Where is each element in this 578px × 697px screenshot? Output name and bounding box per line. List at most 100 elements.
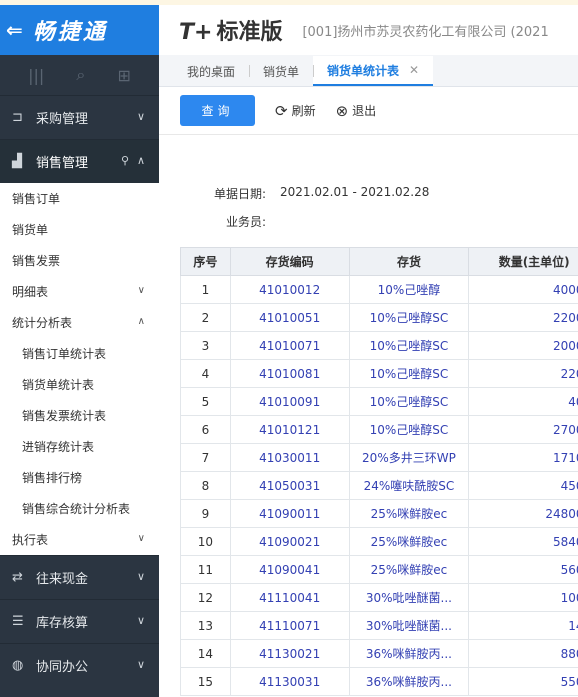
query-button[interactable]: 查询 — [180, 95, 255, 126]
item-name-cell[interactable]: 10%己唑醇SC — [348, 303, 470, 332]
table-row[interactable]: 124111004130%吡唑醚菌...1000. — [180, 583, 578, 612]
quantity-cell[interactable]: 40000. — [468, 275, 578, 304]
item-name-cell[interactable]: 10%己唑醇SC — [348, 387, 470, 416]
item-name-cell[interactable]: 25%咪鲜胺ec — [348, 555, 470, 584]
row-seq-cell: 5 — [180, 387, 231, 416]
item-code-cell[interactable]: 41110041 — [229, 583, 350, 612]
item-code-cell[interactable]: 41110071 — [229, 611, 350, 640]
item-name-cell[interactable]: 20%多井三环WP — [348, 443, 470, 472]
item-name-cell[interactable]: 24%噻呋酰胺SC — [348, 471, 470, 500]
table-row[interactable]: 144113002136%咪鲜胺丙...8800. — [180, 639, 578, 668]
tab-desktop[interactable]: 我的桌面 — [173, 56, 249, 86]
item-code-cell[interactable]: 41010081 — [229, 359, 350, 388]
column-header[interactable]: 存货 — [348, 247, 470, 276]
item-code-cell[interactable]: 41130021 — [229, 639, 350, 668]
menu-item-order-stats[interactable]: 销售订单统计表 — [0, 338, 159, 369]
item-code-cell[interactable]: 41010091 — [229, 387, 350, 416]
quantity-cell[interactable]: 8800. — [468, 639, 578, 668]
item-code-cell[interactable]: 41130031 — [229, 667, 350, 696]
sidebar-section-collab[interactable]: ◍ 协同办公 ∨ — [0, 643, 159, 687]
link-icon[interactable]: ⚲ — [121, 154, 129, 167]
table-row[interactable]: 64101012110%己唑醇SC27000. — [180, 415, 578, 444]
menu-item-label: 销售排行榜 — [22, 471, 83, 485]
quantity-cell[interactable]: 58400. — [468, 527, 578, 556]
sidebar-section-inventory[interactable]: ☰ 库存核算 ∨ — [0, 599, 159, 643]
item-name-cell[interactable]: 30%吡唑醚菌... — [348, 611, 470, 640]
menu-item-execution[interactable]: 执行表 ∨ — [0, 524, 159, 555]
tab-delivery-stats[interactable]: 销货单统计表 ✕ — [313, 56, 434, 86]
item-code-cell[interactable]: 41010012 — [229, 275, 350, 304]
item-code-cell[interactable]: 41010071 — [229, 331, 350, 360]
menu-item-inventory-stats[interactable]: 进销存统计表 — [0, 431, 159, 462]
quantity-cell[interactable]: 400. — [468, 387, 578, 416]
item-name-cell[interactable]: 10%己唑醇SC — [348, 331, 470, 360]
sidebar-section-cash[interactable]: ⇄ 往来现金 ∨ — [0, 555, 159, 599]
quantity-cell[interactable]: 17100. — [468, 443, 578, 472]
table-row[interactable]: 134111007130%吡唑醚菌...140. — [180, 611, 578, 640]
column-header[interactable]: 存货编码 — [229, 247, 350, 276]
table-row[interactable]: 54101009110%己唑醇SC400. — [180, 387, 578, 416]
quantity-cell[interactable]: 22000. — [468, 303, 578, 332]
menu-item-invoice-stats[interactable]: 销售发票统计表 — [0, 400, 159, 431]
item-name-cell[interactable]: 10%己唑醇 — [348, 275, 470, 304]
menu-item-statistics[interactable]: 统计分析表 ∧ — [0, 307, 159, 338]
table-row[interactable]: 94109001125%咪鲜胺ec248000. — [180, 499, 578, 528]
table-row[interactable]: 104109002125%咪鲜胺ec58400. — [180, 527, 578, 556]
quantity-cell[interactable]: 1000. — [468, 583, 578, 612]
table-row[interactable]: 84105003124%噻呋酰胺SC4500. — [180, 471, 578, 500]
sidebar-section-purchase[interactable]: ⊐ 采购管理 ∨ — [0, 95, 159, 139]
item-name-cell[interactable]: 25%咪鲜胺ec — [348, 499, 470, 528]
quantity-cell[interactable]: 5600. — [468, 555, 578, 584]
quantity-cell[interactable]: 20000. — [468, 331, 578, 360]
item-code-cell[interactable]: 41010051 — [229, 303, 350, 332]
menu-item-delivery-stats[interactable]: 销货单统计表 — [0, 369, 159, 400]
menu-bars-icon[interactable]: ||| — [28, 66, 44, 85]
table-row[interactable]: 114109004125%咪鲜胺ec5600. — [180, 555, 578, 584]
search-doc-icon[interactable]: ⌕ — [76, 65, 85, 85]
quantity-cell[interactable]: 2200. — [468, 359, 578, 388]
item-code-cell[interactable]: 41090011 — [229, 499, 350, 528]
item-name-cell[interactable]: 30%吡唑醚菌... — [348, 583, 470, 612]
table-row[interactable]: 154113003136%咪鲜胺丙...5500. — [180, 667, 578, 696]
row-seq-cell: 2 — [180, 303, 231, 332]
back-arrow-icon[interactable]: ⇐ — [6, 18, 23, 42]
quantity-cell[interactable]: 4500. — [468, 471, 578, 500]
column-header[interactable]: 序号 — [180, 247, 231, 276]
item-code-cell[interactable]: 41090021 — [229, 527, 350, 556]
table-row[interactable]: 34101007110%己唑醇SC20000. — [180, 331, 578, 360]
quantity-cell[interactable]: 248000. — [468, 499, 578, 528]
item-name-cell[interactable]: 36%咪鲜胺丙... — [348, 639, 470, 668]
table-row[interactable]: 74103001120%多井三环WP17100. — [180, 443, 578, 472]
table-header-row: 序号 存货编码 存货 数量(主单位) — [180, 247, 578, 276]
item-code-cell[interactable]: 41050031 — [229, 471, 350, 500]
sales-menu: 销售订单 销货单 销售发票 明细表 ∨ 统计分析表 ∧ 销售订单统计表 销货单统计表… — [0, 183, 159, 555]
menu-item-sales-invoice[interactable]: 销售发票 — [0, 245, 159, 276]
item-code-cell[interactable]: 41010121 — [229, 415, 350, 444]
tab-delivery-note[interactable]: 销货单 — [249, 56, 313, 86]
quantity-cell[interactable]: 140. — [468, 611, 578, 640]
menu-item-comprehensive-stats[interactable]: 销售综合统计分析表 — [0, 493, 159, 524]
menu-item-sales-order[interactable]: 销售订单 — [0, 183, 159, 214]
item-code-cell[interactable]: 41090041 — [229, 555, 350, 584]
item-name-cell[interactable]: 36%咪鲜胺丙... — [348, 667, 470, 696]
quantity-cell[interactable]: 27000. — [468, 415, 578, 444]
menu-item-detail-report[interactable]: 明细表 ∨ — [0, 276, 159, 307]
refresh-button[interactable]: ⟳ 刷新 — [275, 102, 316, 120]
row-seq-cell: 6 — [180, 415, 231, 444]
menu-item-sales-ranking[interactable]: 销售排行榜 — [0, 462, 159, 493]
menu-item-delivery-note[interactable]: 销货单 — [0, 214, 159, 245]
item-name-cell[interactable]: 25%咪鲜胺ec — [348, 527, 470, 556]
quantity-cell[interactable]: 5500. — [468, 667, 578, 696]
logo[interactable]: ⇐ 畅捷通 — [0, 5, 159, 55]
table-row[interactable]: 14101001210%己唑醇40000. — [180, 275, 578, 304]
sidebar-section-sales[interactable]: ▟ 销售管理 ⚲ ∧ — [0, 139, 159, 183]
new-doc-icon[interactable]: ⊞ — [117, 66, 130, 85]
table-row[interactable]: 44101008110%己唑醇SC2200. — [180, 359, 578, 388]
item-code-cell[interactable]: 41030011 — [229, 443, 350, 472]
close-icon[interactable]: ✕ — [409, 63, 419, 77]
exit-button[interactable]: ⊗ 退出 — [336, 102, 377, 120]
item-name-cell[interactable]: 10%己唑醇SC — [348, 359, 470, 388]
column-header[interactable]: 数量(主单位) — [468, 247, 578, 276]
item-name-cell[interactable]: 10%己唑醇SC — [348, 415, 470, 444]
table-row[interactable]: 24101005110%己唑醇SC22000. — [180, 303, 578, 332]
